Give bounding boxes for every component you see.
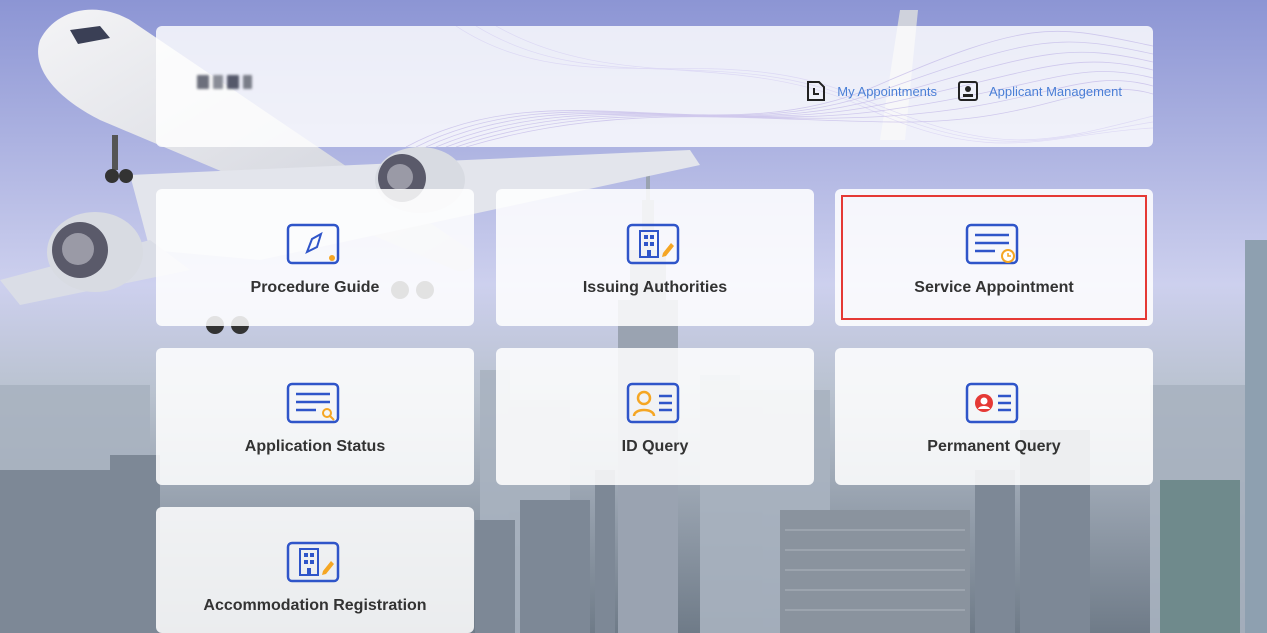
id-card-icon bbox=[958, 81, 979, 101]
appointment-doc-icon bbox=[807, 81, 826, 101]
tile-issuing-authorities[interactable]: Issuing Authorities bbox=[496, 189, 814, 326]
brand-logo bbox=[197, 72, 253, 92]
tile-label: Procedure Guide bbox=[250, 279, 380, 296]
tile-label: Issuing Authorities bbox=[582, 279, 728, 296]
tile-permanent-query[interactable]: Permanent Query bbox=[835, 348, 1153, 485]
tile-label: Accommodation Registration bbox=[203, 597, 427, 614]
building-icon bbox=[286, 541, 340, 583]
tile-application-status[interactable]: Application Status bbox=[156, 348, 474, 485]
tile-label: ID Query bbox=[621, 438, 689, 455]
header-nav: My Appointments Applicant Management bbox=[805, 80, 1122, 102]
document-search-icon bbox=[286, 382, 340, 424]
appointment-clock-icon bbox=[965, 223, 1019, 265]
tile-service-appointment[interactable]: Service Appointment bbox=[835, 189, 1153, 326]
compass-icon bbox=[286, 223, 340, 265]
tile-label: Permanent Query bbox=[927, 438, 1061, 455]
tile-procedure-guide[interactable]: Procedure Guide bbox=[156, 189, 474, 326]
building-icon bbox=[626, 223, 680, 265]
person-card-icon bbox=[626, 382, 680, 424]
my-appointments-link[interactable]: My Appointments bbox=[805, 80, 937, 102]
applicant-management-label: Applicant Management bbox=[989, 83, 1122, 99]
permanent-card-icon bbox=[965, 382, 1019, 424]
tile-accommodation-registration[interactable]: Accommodation Registration bbox=[156, 507, 474, 633]
header-panel: My Appointments Applicant Management bbox=[156, 26, 1153, 147]
tile-label: Application Status bbox=[244, 438, 386, 455]
applicant-management-link[interactable]: Applicant Management bbox=[957, 80, 1122, 102]
tile-label: Service Appointment bbox=[914, 279, 1074, 296]
tile-id-query[interactable]: ID Query bbox=[496, 348, 814, 485]
my-appointments-label: My Appointments bbox=[837, 83, 938, 99]
